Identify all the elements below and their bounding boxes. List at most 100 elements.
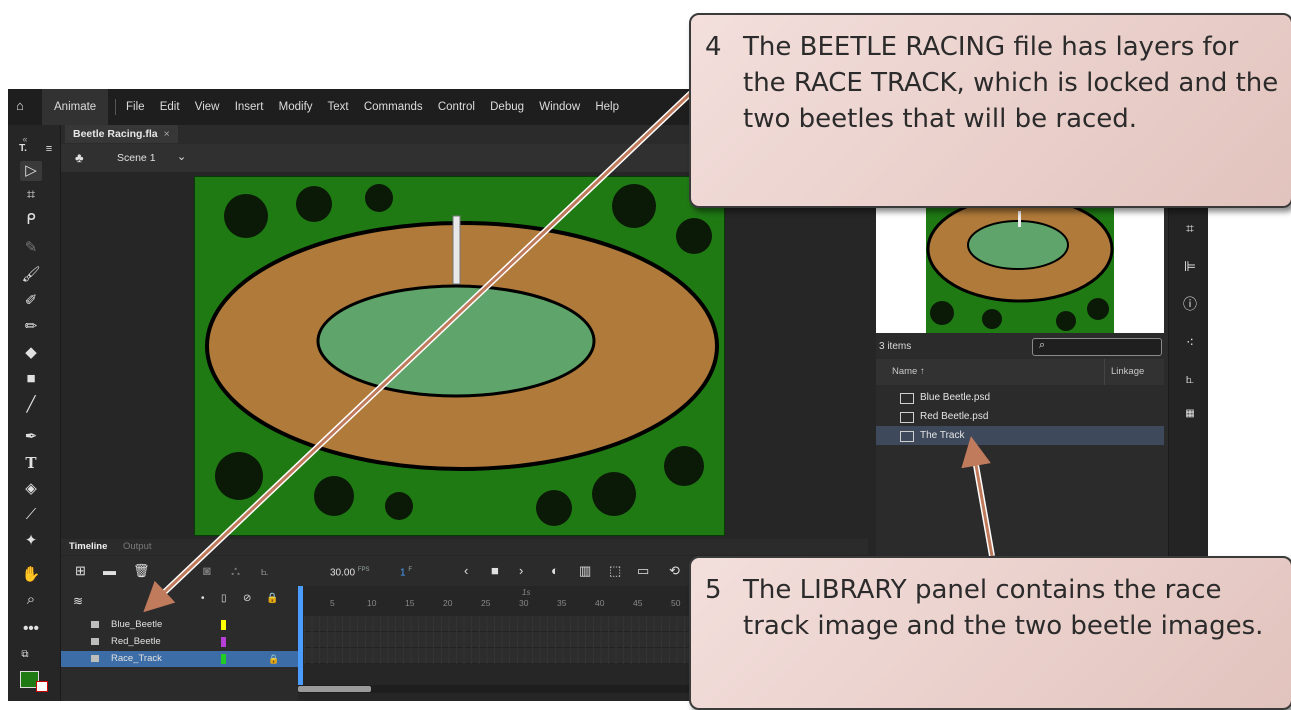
infield xyxy=(316,284,596,398)
lasso-tool-icon[interactable]: ᑭ xyxy=(20,210,42,230)
bitmap-icon xyxy=(900,393,914,404)
timeline-tabs: Timeline Output xyxy=(61,539,868,555)
library-search[interactable]: ⌕ xyxy=(1032,338,1162,356)
panel-menu-icon[interactable]: ≡ xyxy=(38,139,60,159)
highlight-layer-icon[interactable]: • xyxy=(201,593,205,604)
zoom-tool-icon[interactable]: ⌕ xyxy=(20,590,42,610)
hide-layer-icon[interactable]: ⊘ xyxy=(243,593,251,604)
motion-editor-icon[interactable]: ⦜ xyxy=(1181,369,1199,387)
tab-timeline[interactable]: Timeline xyxy=(69,541,107,552)
chevron-down-icon[interactable]: ⌄ xyxy=(177,150,186,163)
close-tab-icon[interactable]: × xyxy=(164,128,170,140)
menu-modify[interactable]: Modify xyxy=(279,101,313,113)
home-icon[interactable]: ⌂ xyxy=(16,99,30,113)
name-column-header[interactable]: Name ↑ xyxy=(892,359,925,385)
align-panel-icon[interactable]: ⊫ xyxy=(1181,257,1199,275)
eraser-tool-icon[interactable]: ◆ xyxy=(20,343,42,363)
layer-color-swatch[interactable] xyxy=(221,620,226,630)
hand-tool-icon[interactable]: ✋ xyxy=(20,565,42,585)
bone-tool-icon[interactable]: ✎ xyxy=(20,238,42,258)
menu-file[interactable]: File xyxy=(126,101,145,113)
parenting-icon[interactable]: ⛬ xyxy=(231,563,240,579)
linkage-column-header[interactable]: Linkage xyxy=(1104,359,1144,385)
layer-icon xyxy=(91,621,99,628)
brush-tool-icon[interactable]: 🖌 xyxy=(20,265,42,285)
outline-layer-icon[interactable]: ▯ xyxy=(221,593,227,604)
layer-lock-icon[interactable]: 🔒 xyxy=(268,651,279,667)
library-item[interactable]: Blue Beetle.psd xyxy=(876,388,1164,407)
free-transform-tool-icon[interactable]: ⌗ xyxy=(20,185,42,205)
menu-insert[interactable]: Insert xyxy=(235,101,264,113)
fps-readout[interactable]: 30.00 FPS xyxy=(330,567,369,578)
rectangle-tool-icon[interactable]: ■ xyxy=(20,369,42,389)
onion-skin-icon[interactable]: ◐ xyxy=(551,563,559,578)
insert-keyframe-icon[interactable]: ⬚ xyxy=(609,563,621,579)
layer-color-swatch[interactable] xyxy=(221,637,226,647)
step-forward-icon[interactable]: › xyxy=(519,563,523,578)
callout-text: The BEETLE RACING file has layers for th… xyxy=(743,32,1279,134)
menu-commands[interactable]: Commands xyxy=(364,101,423,113)
scrollbar-thumb[interactable] xyxy=(298,686,371,692)
library-search-input[interactable] xyxy=(1053,340,1153,353)
layer-row-selected[interactable]: Race_Track 🔒 xyxy=(61,651,298,667)
swap-colors-icon[interactable]: ⧉ xyxy=(14,645,36,665)
selection-tool-icon[interactable]: ▷ xyxy=(20,161,42,181)
more-tools-icon[interactable]: ••• xyxy=(20,619,42,639)
step-back-icon[interactable]: ‹ xyxy=(464,563,468,578)
document-tab[interactable]: Beetle Racing.fla × xyxy=(65,125,178,143)
loop-icon[interactable]: ⟲ xyxy=(669,563,680,579)
pen-tool-icon[interactable]: ✒ xyxy=(20,427,42,447)
line-tool-icon[interactable]: ╱ xyxy=(20,395,42,415)
workspace-label[interactable]: Animate xyxy=(42,89,109,125)
library-item-selected[interactable]: The Track xyxy=(876,426,1164,445)
paint-bucket-tool-icon[interactable]: ◈ xyxy=(20,479,42,499)
lock-icon[interactable]: 🔒 xyxy=(266,593,278,604)
pin-tool-icon[interactable]: ✦ xyxy=(20,531,42,551)
frame-readout[interactable]: 1 F xyxy=(400,567,412,578)
delete-layer-icon[interactable]: 🗑 xyxy=(133,563,150,579)
graph-icon[interactable]: ⦜ xyxy=(261,563,268,579)
callout-text: The LIBRARY panel contains the race trac… xyxy=(743,575,1264,641)
stage-canvas[interactable] xyxy=(194,176,725,536)
layer-row[interactable]: Red_Beetle xyxy=(61,634,298,650)
ruler-number: 45 xyxy=(633,598,643,608)
menu-edit[interactable]: Edit xyxy=(160,101,180,113)
scene-clapper-icon[interactable]: ♣ xyxy=(75,150,84,165)
scene-label[interactable]: Scene 1 xyxy=(117,152,156,164)
info-panel-icon[interactable]: ⓘ xyxy=(1181,295,1199,313)
ruler-number: 10 xyxy=(367,598,377,608)
eyedropper-tool-icon[interactable]: ⟋ xyxy=(20,505,42,525)
paint-brush-tool-icon[interactable]: ✐ xyxy=(20,291,42,311)
new-layer-icon[interactable]: ⊞ xyxy=(75,563,86,579)
camera-icon[interactable]: ◙ xyxy=(203,563,211,578)
text-tool-icon[interactable]: T xyxy=(20,453,42,473)
bitmap-icon xyxy=(900,431,914,442)
fps-unit: FPS xyxy=(357,567,370,573)
insert-blank-frame-icon[interactable]: ▭ xyxy=(637,563,649,579)
library-item[interactable]: Red Beetle.psd xyxy=(876,407,1164,426)
motion-presets-icon[interactable]: ⁖ xyxy=(1181,333,1199,351)
fill-color-swatch[interactable] xyxy=(36,681,48,692)
layer-row[interactable]: Blue_Beetle xyxy=(61,617,298,633)
text-tool-mini-icon[interactable]: T. xyxy=(12,139,34,159)
new-folder-icon[interactable]: ▬ xyxy=(103,563,116,578)
layer-color-swatch[interactable] xyxy=(221,654,226,664)
menu-text[interactable]: Text xyxy=(328,101,349,113)
fps-value: 30.00 xyxy=(330,567,356,579)
menu-debug[interactable]: Debug xyxy=(490,101,524,113)
menu-control[interactable]: Control xyxy=(438,101,475,113)
menu-window[interactable]: Window xyxy=(539,101,580,113)
edit-multiple-frames-icon[interactable]: ▥ xyxy=(579,563,591,579)
tab-output[interactable]: Output xyxy=(123,541,152,552)
menu-view[interactable]: View xyxy=(195,101,220,113)
components-panel-icon[interactable]: ▦ xyxy=(1181,405,1199,423)
layer-name: Blue_Beetle xyxy=(111,619,163,630)
callout-number: 5 xyxy=(705,575,722,605)
stop-frame-icon[interactable]: ■ xyxy=(491,563,499,578)
transform-panel-icon[interactable]: ⌗ xyxy=(1181,219,1199,237)
pencil-tool-icon[interactable]: ✏ xyxy=(20,317,42,337)
menu-help[interactable]: Help xyxy=(595,101,619,113)
callout-step-5: 5 The LIBRARY panel contains the race tr… xyxy=(689,556,1291,710)
library-item-count: 3 items xyxy=(879,341,912,352)
layer-icon xyxy=(91,655,99,662)
